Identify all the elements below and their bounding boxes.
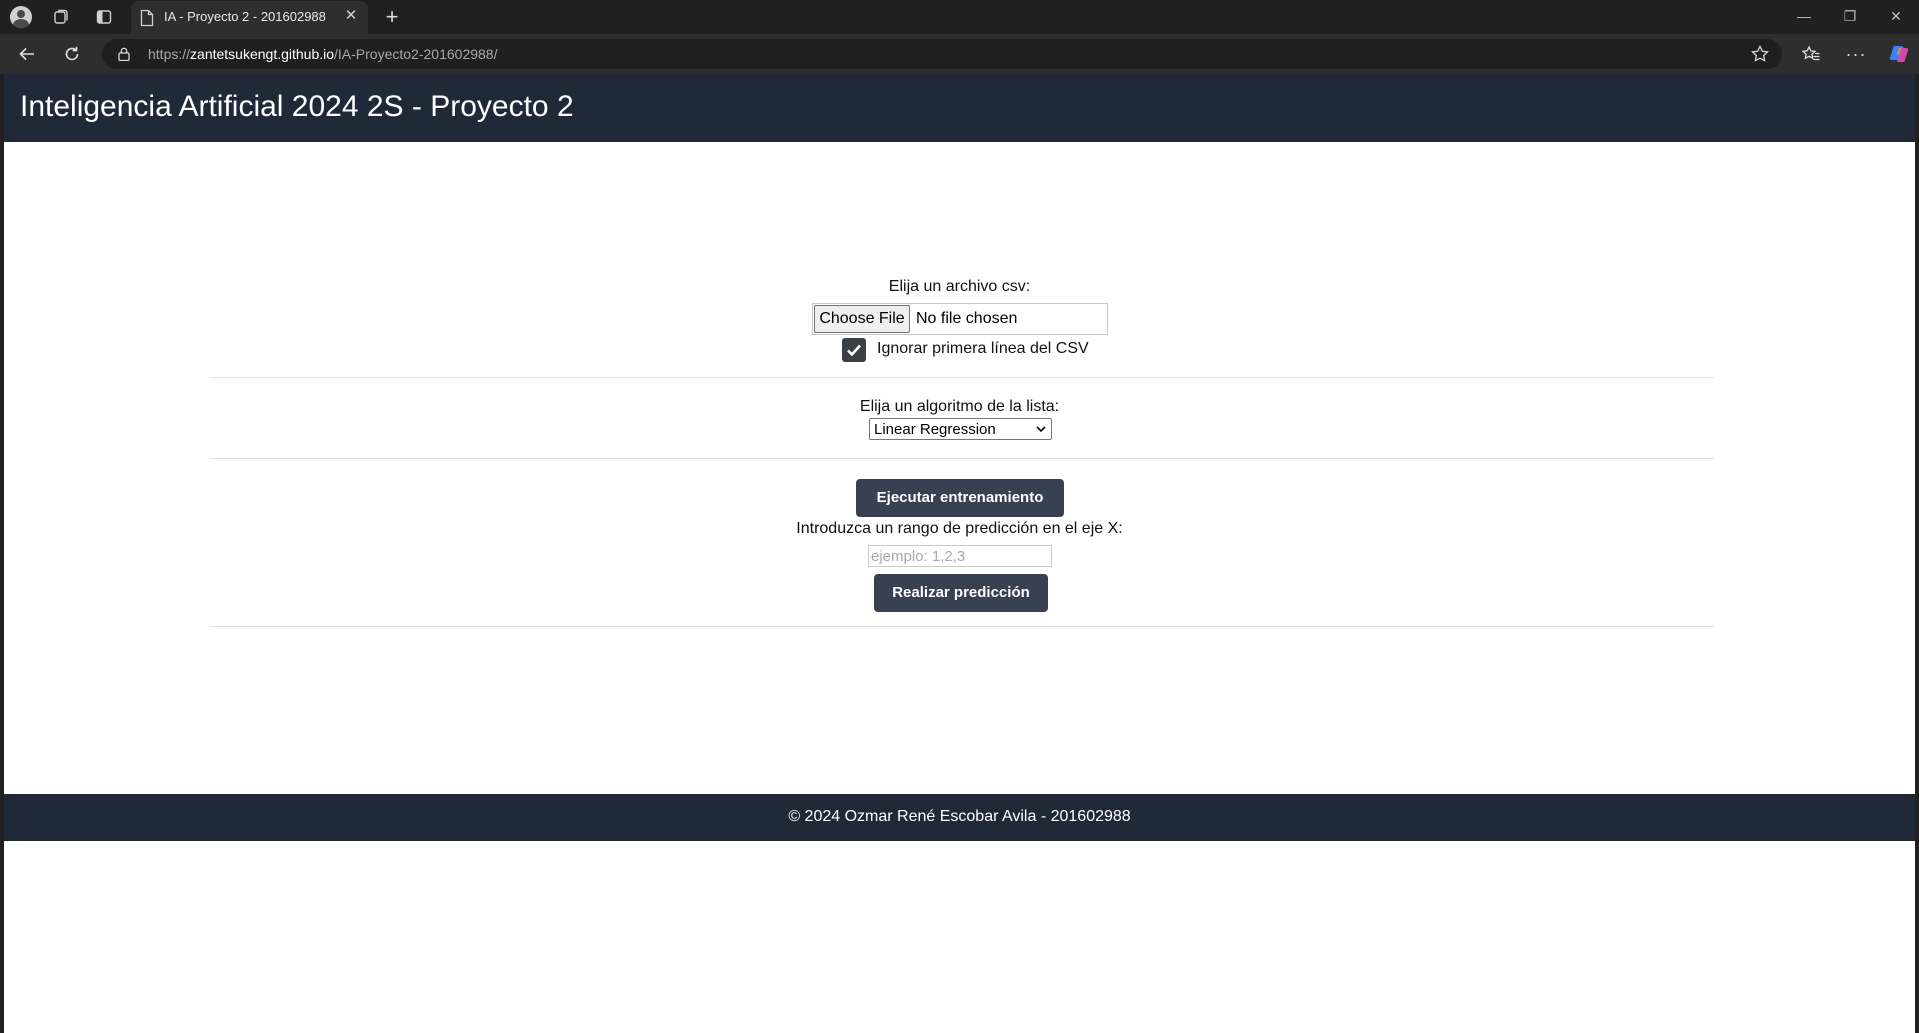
favorites-icon[interactable] bbox=[1797, 41, 1825, 67]
section-divider bbox=[210, 458, 1714, 459]
page-icon bbox=[140, 9, 154, 27]
algorithm-label: Elija un algoritmo de la lista: bbox=[859, 398, 1060, 415]
prediction-range-input[interactable]: ejemplo: 1,2,3 bbox=[868, 545, 1052, 567]
browser-tab[interactable]: IA - Proyecto 2 - 201602988 ✕ bbox=[131, 1, 368, 34]
choose-file-button[interactable]: Choose File bbox=[814, 305, 910, 333]
web-page: Inteligencia Artificial 2024 2S - Proyec… bbox=[4, 74, 1915, 1033]
ignore-first-line-label: Ignorar primera línea del CSV bbox=[877, 340, 1089, 357]
prediction-range-placeholder: ejemplo: 1,2,3 bbox=[871, 548, 966, 565]
algorithm-select[interactable]: Linear Regression bbox=[869, 418, 1052, 440]
page-title: Inteligencia Artificial 2024 2S - Proyec… bbox=[20, 90, 574, 123]
copilot-icon[interactable] bbox=[1885, 41, 1913, 67]
tab-actions-icon[interactable] bbox=[92, 5, 116, 29]
url-text: https://zantetsukengt.github.io/IA-Proye… bbox=[148, 46, 498, 62]
algorithm-selected-value: Linear Regression bbox=[874, 421, 996, 438]
lock-icon[interactable] bbox=[118, 47, 130, 61]
close-tab-icon[interactable]: ✕ bbox=[342, 7, 360, 25]
restore-icon[interactable]: ❐ bbox=[1827, 0, 1873, 32]
ignore-first-line-checkbox[interactable] bbox=[842, 338, 866, 362]
close-window-icon[interactable]: ✕ bbox=[1873, 0, 1919, 32]
browser-tab-strip: IA - Proyecto 2 - 201602988 ✕ + — ❐ ✕ bbox=[0, 0, 1919, 34]
page-header: Inteligencia Artificial 2024 2S - Proyec… bbox=[4, 74, 1915, 142]
csv-file-label: Elija un archivo csv: bbox=[888, 278, 1031, 295]
reload-icon[interactable] bbox=[58, 41, 86, 67]
page-footer: © 2024 Ozmar René Escobar Avila - 201602… bbox=[4, 794, 1915, 841]
csv-file-input[interactable]: Choose File No file chosen bbox=[812, 303, 1108, 335]
train-button[interactable]: Ejecutar entrenamiento bbox=[856, 479, 1064, 517]
section-divider bbox=[210, 626, 1714, 627]
address-bar[interactable]: https://zantetsukengt.github.io/IA-Proye… bbox=[102, 39, 1782, 69]
tab-title: IA - Proyecto 2 - 201602988 bbox=[164, 9, 326, 24]
more-options-icon[interactable]: ··· bbox=[1842, 41, 1870, 67]
back-icon[interactable] bbox=[13, 41, 41, 67]
predict-button[interactable]: Realizar predicción bbox=[874, 574, 1048, 612]
favorite-star-icon[interactable] bbox=[1750, 44, 1770, 64]
prediction-range-label: Introduzca un rango de predicción en el … bbox=[796, 520, 1123, 537]
workspaces-icon[interactable] bbox=[49, 5, 73, 29]
minimize-icon[interactable]: — bbox=[1781, 0, 1827, 32]
browser-toolbar: https://zantetsukengt.github.io/IA-Proye… bbox=[0, 34, 1919, 74]
new-tab-icon[interactable]: + bbox=[380, 5, 404, 29]
profile-icon[interactable] bbox=[9, 5, 33, 29]
file-status-text: No file chosen bbox=[916, 310, 1018, 327]
chevron-down-icon bbox=[1036, 426, 1046, 433]
checkmark-icon bbox=[847, 344, 861, 357]
section-divider bbox=[210, 377, 1714, 378]
